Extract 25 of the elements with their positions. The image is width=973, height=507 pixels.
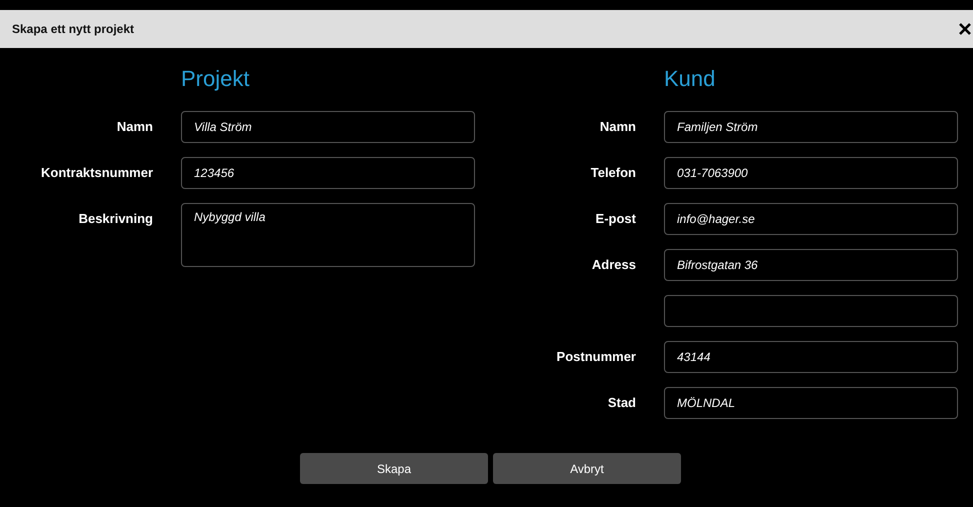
text-area[interactable]: Nybyggd villa	[181, 203, 475, 267]
field-label: Namn	[600, 118, 636, 136]
input-field[interactable]: MÖLNDAL	[664, 387, 958, 419]
input-field[interactable]: Familjen Ström	[664, 111, 958, 143]
close-icon[interactable]	[959, 23, 971, 35]
section-heading: Projekt	[181, 66, 250, 92]
field-label: E-post	[596, 210, 636, 228]
field-label: Adress	[592, 256, 636, 274]
input-field[interactable]: Bifrostgatan 36	[664, 249, 958, 281]
field-label: Kontraktsnummer	[41, 164, 153, 182]
field-label: Postnummer	[556, 348, 636, 366]
field-label: Stad	[608, 394, 636, 412]
input-field[interactable]: Villa Ström	[181, 111, 475, 143]
field-label: Beskrivning	[78, 210, 153, 228]
input-field[interactable]: 43144	[664, 341, 958, 373]
dialog-title: Skapa ett nytt projekt	[12, 22, 134, 36]
input-field[interactable]: 123456	[181, 157, 475, 189]
field-label: Namn	[116, 118, 153, 136]
input-field[interactable]: info@hager.se	[664, 203, 958, 235]
input-field[interactable]: 031-7063900	[664, 157, 958, 189]
section-heading: Kund	[664, 66, 716, 92]
dialog-button[interactable]: Avbryt	[493, 453, 681, 484]
field-label: Telefon	[590, 164, 636, 182]
input-field[interactable]	[664, 295, 958, 327]
dialog-button[interactable]: Skapa	[300, 453, 488, 484]
